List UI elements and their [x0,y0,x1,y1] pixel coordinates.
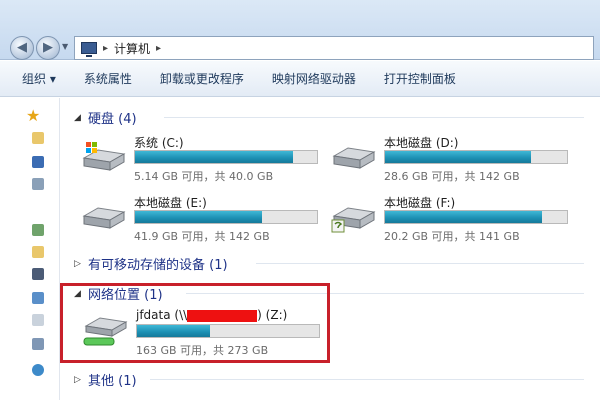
open-control-panel-button[interactable]: 打开控制面板 [384,70,456,87]
drive-space-info: 28.6 GB 可用，共 142 GB [384,170,520,183]
expand-arrow-icon[interactable]: ▷ [74,259,82,269]
forward-button[interactable]: ▶ [36,36,60,60]
recent-pages-dropdown[interactable]: ▼ [62,42,68,51]
uninstall-program-button[interactable]: 卸载或更改程序 [160,70,244,87]
group-divider [150,379,584,380]
hard-drive-icon [82,207,126,229]
library-icon[interactable] [32,224,44,236]
drive-e[interactable]: 本地磁盘 (E:) 41.9 GB 可用，共 142 GB [80,194,330,246]
group-other[interactable]: ▷ 其他 (1) [74,370,137,389]
drive-d[interactable]: 本地磁盘 (D:) 28.6 GB 可用，共 142 GB [330,134,580,186]
usage-bar [384,150,568,164]
command-bar: 组织 ▾ 系统属性 卸载或更改程序 映射网络驱动器 打开控制面板 [0,61,600,97]
usage-bar-fill [385,211,542,223]
title-bar: ◀ ▶ ▼ ▸ 计算机 ▸ [0,0,600,60]
usage-bar-fill [135,211,263,223]
annotation-highlight-box [60,283,330,363]
windows-drive-icon [82,142,126,171]
address-bar[interactable]: ▸ 计算机 ▸ [74,36,594,60]
hard-drive-help-icon [331,207,376,233]
documents-icon[interactable] [32,246,44,258]
usage-bar [134,150,318,164]
system-properties-button[interactable]: 系统属性 [84,70,132,87]
recent-places-icon[interactable] [32,178,44,190]
group-label: 硬盘 (4) [88,112,137,127]
drive-name: 系统 (C:) [134,136,184,150]
usage-bar-fill [385,151,531,163]
desktop-icon[interactable] [32,156,44,168]
breadcrumb-separator[interactable]: ▸ [103,43,108,54]
group-hard-disks[interactable]: ◢ 硬盘 (4) [74,108,137,127]
navigation-pane: ★ [0,98,60,400]
drive-space-info: 5.14 GB 可用，共 40.0 GB [134,170,274,183]
drive-space-info: 20.2 GB 可用，共 141 GB [384,230,520,243]
usage-bar-fill [135,151,294,163]
usage-bar [384,210,568,224]
drive-name: 本地磁盘 (E:) [134,196,207,210]
pictures-icon[interactable] [32,292,44,304]
music-icon[interactable] [32,338,44,350]
drive-name: 本地磁盘 (D:) [384,136,459,150]
drive-space-info: 41.9 GB 可用，共 142 GB [134,230,270,243]
expand-arrow-icon[interactable]: ▷ [74,375,82,385]
map-network-drive-button[interactable]: 映射网络驱动器 [272,70,356,87]
favorites-star-icon[interactable]: ★ [26,106,40,125]
usage-bar [134,210,318,224]
hard-drive-icon [332,147,376,169]
drive-c[interactable]: 系统 (C:) 5.14 GB 可用，共 40.0 GB [80,134,330,186]
arrow-left-icon: ◀ [17,40,27,55]
folder-icon[interactable] [32,132,44,144]
arrow-right-icon: ▶ [43,40,53,55]
drive-name: 本地磁盘 (F:) [384,196,456,210]
breadcrumb-computer[interactable]: 计算机 [114,40,150,57]
collapse-arrow-icon[interactable]: ◢ [74,113,82,123]
group-divider [256,263,584,264]
back-button[interactable]: ◀ [10,36,34,60]
group-label: 有可移动存储的设备 (1) [88,258,228,273]
document-file-icon[interactable] [32,314,44,326]
group-divider [164,117,584,118]
group-label: 其他 (1) [88,374,137,389]
group-removable-storage[interactable]: ▷ 有可移动存储的设备 (1) [74,254,228,273]
drive-f[interactable]: 本地磁盘 (F:) 20.2 GB 可用，共 141 GB [330,194,580,246]
organize-button[interactable]: 组织 ▾ [22,70,56,87]
breadcrumb-separator[interactable]: ▸ [156,43,161,54]
homegroup-icon[interactable] [32,364,44,376]
videos-icon[interactable] [32,268,44,280]
computer-icon [81,42,97,57]
